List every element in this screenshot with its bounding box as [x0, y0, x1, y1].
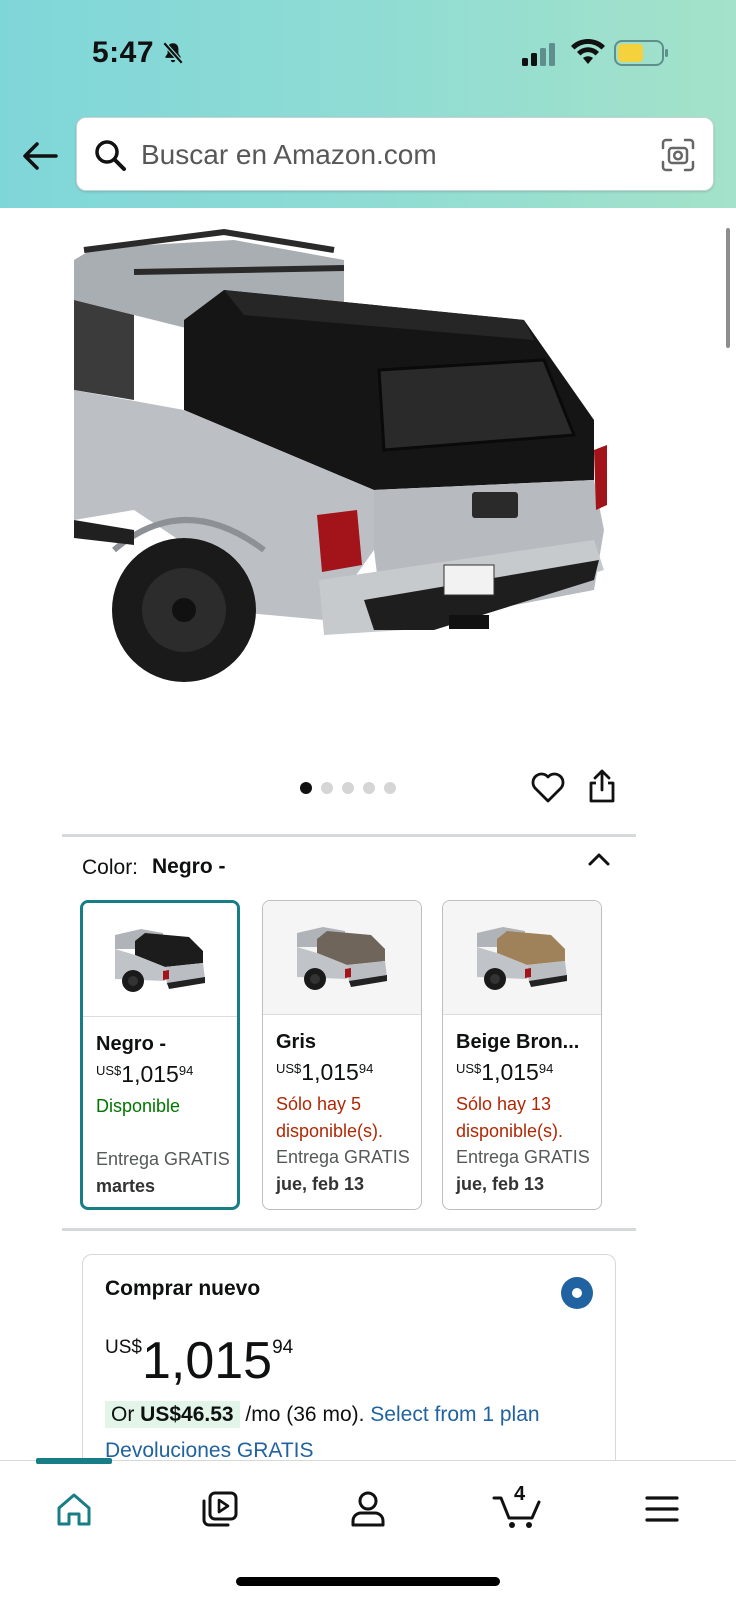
share-icon[interactable]	[586, 768, 618, 804]
menu-icon	[645, 1496, 679, 1522]
pager-dot[interactable]	[342, 782, 354, 794]
color-swatch[interactable]: Negro - US$1,01594 Disponible Entrega GRATI…	[80, 900, 240, 1210]
buy-price: US$1,01594	[105, 1331, 293, 1391]
financing-term: /mo (36 mo).	[245, 1403, 365, 1426]
app-header: 5:47	[0, 0, 736, 208]
financing-prefix: Or	[111, 1403, 135, 1426]
price-whole: 1,015	[301, 1059, 359, 1085]
pager-dot[interactable]	[300, 782, 312, 794]
swatch-price: US$1,01594	[96, 1061, 193, 1088]
nav-video[interactable]	[198, 1487, 242, 1531]
swatch-price: US$1,01594	[456, 1059, 553, 1086]
swatch-availability: Disponible	[96, 1096, 181, 1116]
swatch-thumbnail	[297, 926, 387, 990]
swatch-delivery: Entrega GRATIS martes	[96, 1146, 237, 1200]
pager-dot[interactable]	[384, 782, 396, 794]
price-fraction: 94	[358, 1061, 374, 1076]
financing-plan-link[interactable]: Select from 1 plan	[370, 1403, 539, 1426]
wifi-icon	[571, 38, 605, 64]
signal-icon	[522, 43, 555, 66]
home-icon	[57, 1493, 91, 1526]
delivery-date: martes	[96, 1176, 156, 1196]
nav-menu[interactable]	[640, 1487, 684, 1531]
buy-new-card[interactable]: Comprar nuevo US$1,01594 Or US$46.53 /mo…	[82, 1254, 616, 1494]
price-currency: US$	[456, 1061, 482, 1076]
price-whole: 1,015	[121, 1061, 179, 1087]
delivery-date: jue, feb 13	[456, 1174, 545, 1194]
chevron-up-icon[interactable]	[586, 848, 612, 870]
search-icon	[95, 140, 126, 171]
pager-dot[interactable]	[321, 782, 333, 794]
swatch-delivery: Entrega GRATIS jue, feb 13	[276, 1144, 421, 1198]
swatch-availability: Sólo hay 13 disponible(s).	[456, 1094, 564, 1141]
arrow-left-icon	[23, 142, 58, 170]
buy-new-title: Comprar nuevo	[105, 1277, 261, 1300]
camera-scan-icon[interactable]	[659, 136, 697, 174]
price-whole: 1,015	[481, 1059, 539, 1085]
swatch-thumbnail	[477, 926, 567, 990]
home-indicator	[236, 1577, 500, 1586]
price-fraction: 94	[538, 1061, 554, 1076]
buy-new-radio[interactable]	[561, 1277, 593, 1309]
color-label: Color:	[82, 856, 139, 879]
price-currency: US$	[276, 1061, 302, 1076]
delivery-label: Entrega GRATIS	[456, 1147, 590, 1167]
price-fraction: 94	[272, 1337, 294, 1358]
section-divider	[62, 834, 636, 837]
bell-slash-icon	[162, 41, 184, 65]
page-scrollbar[interactable]	[726, 228, 730, 348]
image-pager[interactable]	[300, 782, 396, 794]
financing-highlight: Or US$46.53	[105, 1401, 240, 1428]
nav-home[interactable]	[52, 1487, 96, 1531]
status-time: 5:47	[92, 36, 155, 69]
color-selected-value: Negro -	[152, 855, 226, 878]
battery-icon	[614, 40, 668, 66]
video-icon	[202, 1491, 238, 1527]
search-input[interactable]	[141, 134, 621, 176]
price-fraction: 94	[178, 1063, 194, 1078]
price-currency: US$	[105, 1337, 142, 1358]
swatch-image	[83, 903, 237, 1017]
swatch-image	[263, 901, 421, 1015]
financing-amount: US$46.53	[140, 1403, 234, 1426]
account-icon	[351, 1491, 385, 1527]
price-whole: 1,015	[141, 1332, 273, 1390]
active-tab-indicator	[36, 1458, 112, 1464]
swatch-thumbnail	[115, 928, 205, 992]
swatch-availability: Sólo hay 5 disponible(s).	[276, 1094, 384, 1141]
color-swatch[interactable]: Beige Bron... US$1,01594 Sólo hay 13 dispo…	[442, 900, 602, 1210]
swatch-delivery: Entrega GRATIS jue, feb 13	[456, 1144, 601, 1198]
price-currency: US$	[96, 1063, 122, 1078]
color-swatch[interactable]: Gris US$1,01594 Sólo hay 5 disponible(s). E…	[262, 900, 422, 1210]
heart-icon[interactable]	[530, 770, 566, 804]
swatch-name: Negro -	[96, 1033, 166, 1055]
product-image[interactable]	[74, 220, 634, 720]
delivery-label: Entrega GRATIS	[276, 1147, 410, 1167]
swatch-price: US$1,01594	[276, 1059, 373, 1086]
swatch-name: Beige Bron...	[456, 1031, 580, 1053]
delivery-label: Entrega GRATIS	[96, 1149, 230, 1169]
financing-line: Or US$46.53 /mo (36 mo). Select from 1 p…	[105, 1401, 540, 1428]
back-button[interactable]	[18, 136, 62, 176]
nav-account[interactable]	[346, 1487, 390, 1531]
section-divider	[62, 1228, 636, 1231]
pager-dot[interactable]	[363, 782, 375, 794]
swatch-image	[443, 901, 601, 1015]
delivery-date: jue, feb 13	[276, 1174, 365, 1194]
search-bar[interactable]	[76, 117, 714, 191]
swatch-name: Gris	[276, 1031, 317, 1053]
cart-count-badge: 4	[514, 1483, 526, 1505]
nav-cart[interactable]: 4	[492, 1483, 544, 1531]
